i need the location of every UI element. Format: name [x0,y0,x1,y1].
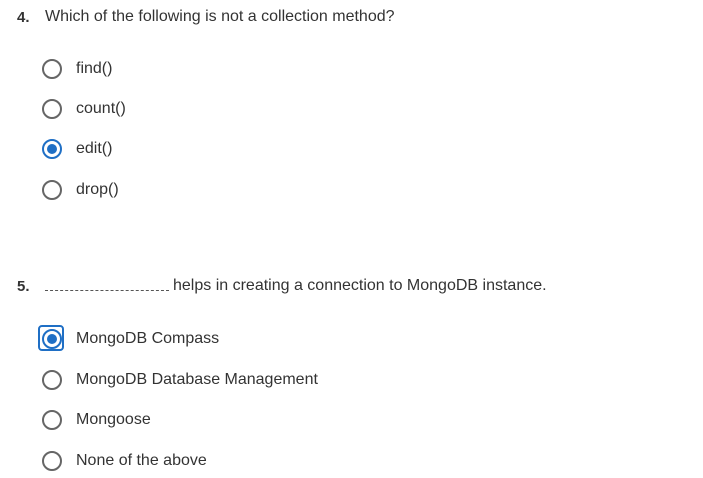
radio-button[interactable] [42,451,62,471]
question-text-row: helps in creating a connection to MongoD… [45,277,547,295]
question-text: helps in creating a connection to MongoD… [173,277,547,294]
radio-wrapper [42,451,62,471]
option-label: MongoDB Database Management [76,371,318,388]
option-find[interactable]: find() [42,56,112,82]
radio-button[interactable] [42,410,62,430]
radio-button-selected[interactable] [42,329,62,349]
radio-wrapper [42,180,62,200]
radio-wrapper [42,99,62,119]
option-label: MongoDB Compass [76,330,220,347]
option-label: find() [76,60,113,77]
option-drop[interactable]: drop() [42,177,119,203]
radio-button[interactable] [42,99,62,119]
radio-button-selected[interactable] [42,139,62,159]
question-text: Which of the following is not a collecti… [45,8,395,25]
option-mongoose[interactable]: Mongoose [42,407,151,433]
option-mongodb-database-management[interactable]: MongoDB Database Management [42,367,318,393]
radio-wrapper [42,59,62,79]
radio-button[interactable] [42,370,62,390]
option-label: drop() [76,181,119,198]
option-label: edit() [76,140,113,157]
option-edit[interactable]: edit() [42,136,112,162]
radio-wrapper [42,139,62,159]
radio-wrapper [42,370,62,390]
radio-wrapper-focused [38,325,64,351]
option-label: Mongoose [76,411,151,428]
radio-button[interactable] [42,59,62,79]
option-none-of-the-above[interactable]: None of the above [42,448,207,474]
radio-button[interactable] [42,180,62,200]
option-label: None of the above [76,452,207,469]
option-count[interactable]: count() [42,96,126,122]
fill-in-blank [45,290,169,291]
question-number: 4. [17,9,30,26]
option-label: count() [76,100,126,117]
question-number: 5. [17,278,30,295]
radio-wrapper [42,410,62,430]
option-mongodb-compass[interactable]: MongoDB Compass [38,325,220,352]
